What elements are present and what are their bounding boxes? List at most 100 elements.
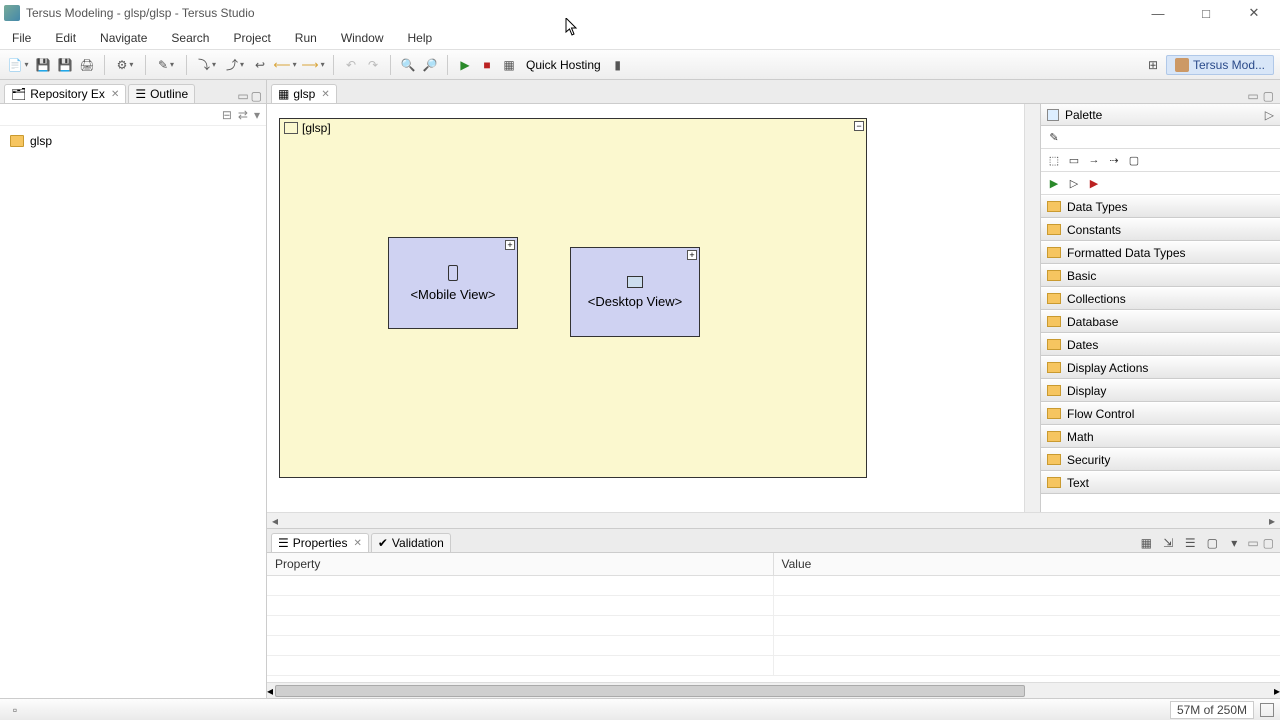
palette-cat-security[interactable]: Security	[1041, 448, 1280, 471]
diagram-canvas[interactable]: [glsp] − + <Mobile View> + <Desktop View…	[267, 104, 1024, 512]
repository-tree[interactable]: glsp	[0, 126, 266, 698]
palette-cat-display-actions[interactable]: Display Actions	[1041, 356, 1280, 379]
close-button[interactable]: ✕	[1240, 3, 1268, 23]
prop-tool-a-icon[interactable]: ▦	[1137, 534, 1155, 552]
play-green-icon[interactable]: ▶	[1047, 176, 1061, 190]
print-button[interactable]: 🖨	[78, 56, 96, 74]
minimize-button[interactable]: —	[1144, 3, 1172, 23]
note-tool-icon[interactable]: ▢	[1127, 153, 1141, 167]
prop-tool-b-icon[interactable]: ⇲	[1159, 534, 1177, 552]
launch-button[interactable]: ⚙	[113, 56, 137, 74]
perspective-tersus[interactable]: Tersus Mod...	[1166, 55, 1274, 75]
open-perspective-button[interactable]: ⊞	[1144, 56, 1162, 74]
save-button[interactable]: 💾	[34, 56, 52, 74]
close-icon[interactable]: ✕	[321, 89, 329, 100]
marquee-tool-icon[interactable]: ▭	[1067, 153, 1081, 167]
scroll-right-icon[interactable]: ▸	[1274, 684, 1280, 698]
palette-cat-dates[interactable]: Dates	[1041, 333, 1280, 356]
redo-nav-button[interactable]: ↷	[364, 56, 382, 74]
root-container-glsp[interactable]: [glsp] − + <Mobile View> + <Desktop View…	[279, 118, 867, 478]
quick-hosting-button[interactable]: Quick Hosting	[522, 58, 605, 72]
node-mobile-view[interactable]: + <Mobile View>	[388, 237, 518, 329]
view-menu-icon[interactable]: ▾	[1225, 534, 1243, 552]
palette-cat-display[interactable]: Display	[1041, 379, 1280, 402]
palette-cat-constants[interactable]: Constants	[1041, 218, 1280, 241]
close-icon[interactable]: ✕	[353, 538, 361, 549]
trash-icon[interactable]	[1260, 703, 1274, 717]
tab-outline[interactable]: ☰ Outline	[128, 84, 195, 103]
column-property[interactable]: Property	[267, 553, 774, 575]
play-outline-icon[interactable]: ▷	[1067, 176, 1081, 190]
maximize-view-icon[interactable]: ▢	[251, 89, 262, 103]
tab-properties[interactable]: ☰ Properties ✕	[271, 533, 369, 552]
scroll-right-icon[interactable]: ▸	[1264, 514, 1280, 528]
view-menu-icon[interactable]: ▾	[254, 108, 260, 122]
maximize-button[interactable]: □	[1192, 3, 1220, 23]
maximize-view-icon[interactable]: ▢	[1263, 536, 1274, 550]
status-icon[interactable]: ▫	[6, 701, 24, 719]
run-button[interactable]: ▶	[456, 56, 474, 74]
palette-cat-basic[interactable]: Basic	[1041, 264, 1280, 287]
menu-edit[interactable]: Edit	[51, 29, 80, 47]
device-icon[interactable]: ▮	[609, 56, 627, 74]
minimize-view-icon[interactable]: ▭	[237, 89, 248, 103]
nav-a-button[interactable]: ⤵	[195, 56, 219, 74]
expand-icon[interactable]: +	[505, 240, 515, 250]
arrow-tool-icon[interactable]: →	[1087, 153, 1101, 167]
palette-cat-flow-control[interactable]: Flow Control	[1041, 402, 1280, 425]
wand-icon[interactable]: ✎	[1047, 130, 1061, 144]
scroll-left-icon[interactable]: ◂	[267, 514, 283, 528]
play-red-icon[interactable]: ▶	[1087, 176, 1101, 190]
menu-run[interactable]: Run	[291, 29, 321, 47]
prop-tool-d-icon[interactable]: ▢	[1203, 534, 1221, 552]
chevron-right-icon[interactable]: ▷	[1265, 108, 1274, 122]
menu-file[interactable]: File	[8, 29, 35, 47]
menu-navigate[interactable]: Navigate	[96, 29, 151, 47]
link-editor-icon[interactable]: ⇄	[238, 108, 248, 122]
tab-repository-explorer[interactable]: 🗂 Repository Ex ✕	[4, 84, 126, 103]
vertical-scrollbar[interactable]	[1024, 104, 1040, 512]
back-button[interactable]: ⟵	[273, 56, 297, 74]
palette-header[interactable]: Palette ▷	[1041, 104, 1280, 126]
scroll-left-icon[interactable]: ◂	[267, 684, 273, 698]
stop-button[interactable]: ■	[478, 56, 496, 74]
menu-help[interactable]: Help	[404, 29, 437, 47]
horizontal-scrollbar[interactable]: ◂ ▸	[267, 512, 1280, 528]
scrollbar-thumb[interactable]	[275, 685, 1025, 697]
nav-c-button[interactable]: ↩	[251, 56, 269, 74]
editor-tab-glsp[interactable]: ▦ glsp ✕	[271, 84, 337, 103]
node-desktop-view[interactable]: + <Desktop View>	[570, 247, 700, 337]
menu-project[interactable]: Project	[229, 29, 274, 47]
collapse-all-icon[interactable]: ⊟	[222, 108, 232, 122]
new-button[interactable]: 📄	[6, 56, 30, 74]
save-all-button[interactable]: 💾	[56, 56, 74, 74]
palette-cat-data-types[interactable]: Data Types	[1041, 195, 1280, 218]
wand-button[interactable]: ✎	[154, 56, 178, 74]
palette-cat-math[interactable]: Math	[1041, 425, 1280, 448]
tree-item-glsp[interactable]: glsp	[10, 132, 256, 150]
properties-scrollbar[interactable]: ◂ ▸	[267, 682, 1280, 698]
menu-search[interactable]: Search	[167, 29, 213, 47]
minimize-editor-icon[interactable]: ▭	[1247, 89, 1258, 103]
tab-validation[interactable]: ✔ Validation	[371, 533, 451, 552]
palette-cat-collections[interactable]: Collections	[1041, 287, 1280, 310]
column-value[interactable]: Value	[774, 553, 1280, 575]
collapse-icon[interactable]: −	[854, 121, 864, 131]
palette-cat-text[interactable]: Text	[1041, 471, 1280, 494]
maximize-editor-icon[interactable]: ▢	[1263, 89, 1274, 103]
expand-icon[interactable]: +	[687, 250, 697, 260]
forward-button[interactable]: ⟶	[301, 56, 325, 74]
nav-b-button[interactable]: ⤴	[223, 56, 247, 74]
palette-cat-database[interactable]: Database	[1041, 310, 1280, 333]
dashed-arrow-tool-icon[interactable]: ⇢	[1107, 153, 1121, 167]
select-tool-icon[interactable]: ⬚	[1047, 153, 1061, 167]
undo-nav-button[interactable]: ↶	[342, 56, 360, 74]
palette-cat-formatted-data-types[interactable]: Formatted Data Types	[1041, 241, 1280, 264]
prop-tool-c-icon[interactable]: ☰	[1181, 534, 1199, 552]
menu-window[interactable]: Window	[337, 29, 388, 47]
zoom-in-button[interactable]: 🔍	[399, 56, 417, 74]
zoom-out-button[interactable]: 🔎	[421, 56, 439, 74]
close-icon[interactable]: ✕	[111, 89, 119, 100]
grid-icon[interactable]: ▦	[500, 56, 518, 74]
minimize-view-icon[interactable]: ▭	[1247, 536, 1258, 550]
